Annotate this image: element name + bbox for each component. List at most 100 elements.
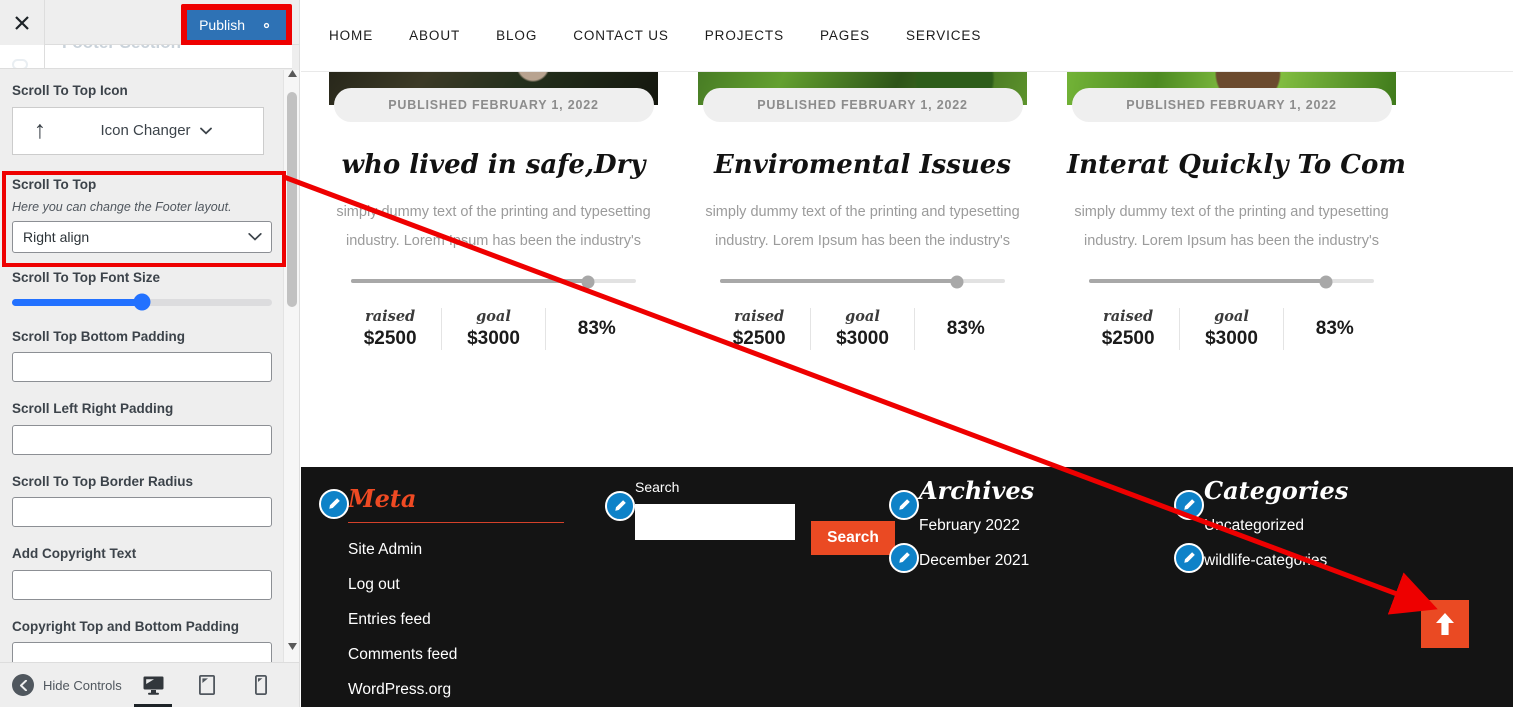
widget-heading: Search	[635, 479, 680, 495]
tablet-icon	[199, 675, 215, 695]
stat-label: goal	[476, 308, 511, 326]
progress-fill	[720, 279, 957, 284]
footer-search-button[interactable]: Search	[811, 521, 895, 555]
meta-link-site-admin[interactable]: Site Admin	[348, 541, 564, 559]
scroll-to-top-align-select[interactable]: Right align	[12, 221, 272, 254]
control-scroll-to-top-border-radius: Scroll To Top Border Radius	[12, 473, 280, 528]
publish-label: Publish	[199, 17, 245, 33]
control-label: Copyright Top and Bottom Padding	[12, 618, 239, 634]
hide-controls-button[interactable]: Hide Controls	[12, 674, 122, 696]
card-published-badge: PUBLISHED FEBRUARY 1, 2022	[702, 88, 1023, 122]
nav-item-blog[interactable]: BLOG	[496, 28, 537, 43]
card-description: simply dummy text of the printing and ty…	[336, 203, 651, 250]
close-customizer-button[interactable]	[0, 0, 45, 45]
edit-widget-categories-pin[interactable]	[1174, 490, 1204, 520]
card-stat: goal $3000	[811, 308, 915, 351]
customizer-controls: Scroll To Top Icon ↑ Icon Changer Scroll…	[0, 70, 292, 662]
mobile-icon	[255, 675, 267, 695]
archives-links: February 2022 December 2021	[919, 517, 1034, 570]
card-published-badge: PUBLISHED FEBRUARY 1, 2022	[333, 88, 654, 122]
archive-link-december-2021[interactable]: December 2021	[919, 552, 1034, 570]
chevron-down-icon	[199, 127, 212, 135]
card-stat: 83%	[1284, 308, 1386, 350]
pencil-edit-icon	[899, 552, 910, 563]
icon-changer-button[interactable]: ↑ Icon Changer	[12, 106, 264, 155]
site-footer: Meta Site Admin Log out Entries feed Com…	[301, 467, 1513, 707]
sidebar-scrollbar[interactable]	[283, 69, 299, 662]
control-scroll-to-top-font-size: Scroll To Top Font Size	[12, 269, 280, 311]
meta-link-wordpress-org[interactable]: WordPress.org	[348, 681, 564, 699]
pencil-edit-icon	[1184, 552, 1195, 563]
add-copyright-text-input[interactable]	[12, 569, 272, 600]
heading-underline	[348, 522, 564, 523]
device-preview-mobile[interactable]	[244, 663, 278, 707]
screen-root: Publish Footer Section Scroll To Top Ico…	[0, 0, 1513, 707]
chevron-left-icon	[12, 674, 34, 696]
device-preview-switcher	[134, 663, 278, 707]
publish-button[interactable]: Publish	[187, 10, 286, 40]
close-icon	[15, 15, 29, 30]
scrollbar-down-arrow[interactable]	[284, 638, 299, 654]
control-label: Scroll To Top Font Size	[12, 270, 160, 286]
stat-value: $2500	[1101, 328, 1155, 350]
stat-value: $2500	[732, 328, 786, 350]
meta-link-log-out[interactable]: Log out	[348, 576, 564, 594]
nav-item-about[interactable]: ABOUT	[409, 28, 460, 43]
progress-fill	[351, 279, 588, 284]
categories-links: Uncategorized wildlife-categories	[1204, 517, 1348, 570]
footer-widget-meta: Meta Site Admin Log out Entries feed Com…	[348, 487, 564, 707]
progress-knob	[950, 275, 964, 289]
stat-value: 83%	[1315, 318, 1354, 340]
sidebar-scrollbar-thumb[interactable]	[287, 92, 297, 307]
customizer-footer-bar: Hide Controls	[0, 662, 299, 707]
footer-search-input[interactable]	[635, 504, 795, 540]
stat-value: $3000	[1205, 328, 1258, 350]
edit-archives-list-pin[interactable]	[889, 543, 919, 573]
meta-link-entries-feed[interactable]: Entries feed	[348, 611, 564, 629]
category-link-wildlife-categories[interactable]: wildlife-categories	[1204, 552, 1348, 570]
nav-item-home[interactable]: HOME	[329, 28, 373, 43]
pencil-edit-icon	[615, 500, 626, 511]
scroll-to-top-border-radius-input[interactable]	[12, 497, 272, 528]
chevron-down-icon	[248, 233, 262, 241]
archive-link-february-2022[interactable]: February 2022	[919, 517, 1034, 535]
edit-categories-list-pin[interactable]	[1174, 543, 1204, 573]
panel-title-text: Footer Section	[62, 45, 181, 53]
device-preview-tablet[interactable]	[190, 663, 224, 707]
edit-widget-search-pin[interactable]	[605, 491, 635, 521]
gear-icon	[263, 22, 270, 28]
edit-widget-meta-pin[interactable]	[319, 489, 349, 519]
scroll-to-top-button[interactable]	[1421, 600, 1469, 648]
category-link-uncategorized[interactable]: Uncategorized	[1204, 517, 1348, 535]
nav-item-pages[interactable]: PAGES	[820, 28, 870, 43]
nav-item-projects[interactable]: PROJECTS	[705, 28, 784, 43]
slider-thumb[interactable]	[133, 293, 151, 311]
icon-changer-label: Icon Changer	[100, 122, 191, 140]
pencil-edit-icon	[329, 498, 340, 509]
device-preview-desktop[interactable]	[134, 663, 172, 707]
site-navigation: HOME ABOUT BLOG CONTACT US PROJECTS PAGE…	[301, 0, 1513, 71]
scroll-top-bottom-padding-input[interactable]	[12, 352, 272, 383]
site-preview: PUBLISHED FEBRUARY 1, 2022 who lived in …	[301, 0, 1513, 707]
arrow-up-icon: ↑	[33, 116, 47, 145]
edit-widget-archives-pin[interactable]	[889, 490, 919, 520]
card-title: Enviromental Issues	[713, 150, 1011, 180]
scrollbar-up-arrow[interactable]	[284, 65, 299, 81]
meta-link-comments-feed[interactable]: Comments feed	[348, 646, 564, 664]
toggle-ghost	[12, 59, 28, 68]
progress-knob	[1319, 275, 1333, 289]
card-stat: 83%	[915, 308, 1017, 350]
scroll-left-right-padding-input[interactable]	[12, 424, 272, 455]
footer-widget-search: Search	[635, 479, 795, 540]
card-published-badge: PUBLISHED FEBRUARY 1, 2022	[1071, 88, 1392, 122]
caret-up-icon	[287, 69, 297, 77]
nav-item-services[interactable]: SERVICES	[906, 28, 981, 43]
progress-fill	[1089, 279, 1326, 284]
publish-highlight: Publish	[181, 4, 292, 46]
font-size-slider[interactable]	[12, 293, 272, 311]
control-scroll-left-right-padding: Scroll Left Right Padding	[12, 400, 280, 455]
scrolled-panel-title: Footer Section	[0, 45, 292, 69]
nav-item-contact-us[interactable]: CONTACT US	[573, 28, 669, 43]
copyright-top-bottom-padding-input[interactable]	[12, 642, 272, 662]
footer-widget-archives: Archives February 2022 December 2021	[919, 479, 1034, 587]
